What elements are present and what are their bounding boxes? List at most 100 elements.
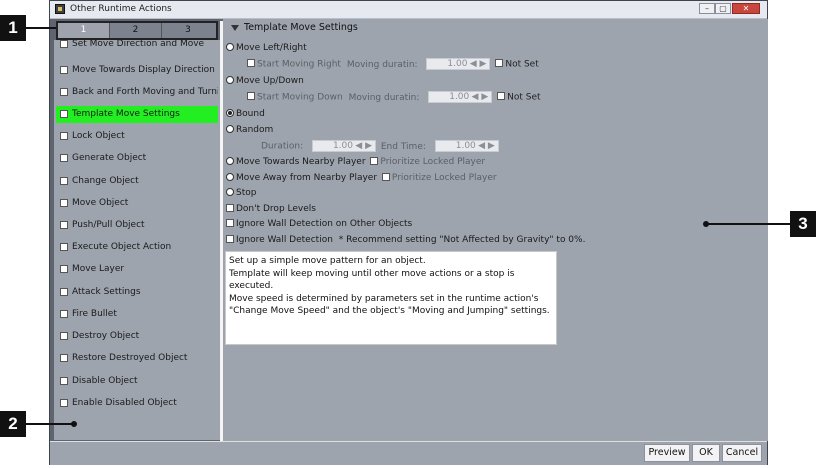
ok-button[interactable]: OK [692,444,720,462]
stepper-value: 1.00 [447,59,468,69]
list-item-template-move[interactable]: Template Move Settings [56,106,218,123]
prioritize-locked-checkbox-1[interactable] [370,156,379,165]
minimize-button[interactable]: – [699,3,715,14]
list-item-checkbox[interactable] [60,154,68,162]
list-item-move-layer[interactable]: Move Layer [56,261,218,278]
checkbox-label: Prioritize Locked Player [380,157,486,167]
prioritize-locked-checkbox-2[interactable] [381,172,390,181]
tab-3[interactable]: 3 [162,23,214,38]
radio-label: Move Towards Nearby Player [236,157,366,167]
list-item-checkbox[interactable] [60,377,68,385]
stepper-arrows-icon[interactable]: ◀ ▶ [472,92,489,102]
app-icon [55,4,65,14]
radio-random[interactable]: Random [226,124,274,135]
list-item-move-object[interactable]: Move Object [56,195,218,212]
list-item-push-pull-object[interactable]: Push/Pull Object [56,217,218,234]
list-item-checkbox[interactable] [60,332,68,340]
runtime-actions-window: Other Runtime Actions – ▢ ✕ Set Move Dir… [49,0,768,465]
start-moving-down-checkbox[interactable] [247,92,255,100]
row-start-moving-right: Start Moving Right Moving duratin: 1.00 ◀… [247,58,539,70]
list-item-label: Destroy Object [72,331,140,341]
list-item-enable-disabled[interactable]: Enable Disabled Object [56,395,218,412]
action-list: Set Move Direction and Move Move Towards… [54,39,220,440]
radio-selected-icon [226,108,234,117]
radio-label: Move Away from Nearby Player [236,173,378,183]
list-item-move-towards-display[interactable]: Move Towards Display Direction [56,62,218,79]
moving-duration-stepper-2[interactable]: 1.00 ◀ ▶ [428,91,493,103]
checkbox-label: Don't Drop Levels [236,204,316,214]
list-item-checkbox[interactable] [60,132,68,140]
callout-3-line [706,223,790,225]
list-item-label: Disable Object [72,376,138,386]
list-item-disable-object[interactable]: Disable Object [56,373,218,390]
start-moving-right-checkbox[interactable] [247,59,255,67]
cancel-button[interactable]: Cancel [722,444,762,462]
not-set-label: Not Set [507,92,541,103]
radio-move-up-down[interactable]: Move Up/Down [226,75,304,86]
collapse-triangle-icon [231,24,239,31]
list-item-label: Move Object [72,198,129,208]
moving-duration-stepper-1[interactable]: 1.00 ◀ ▶ [426,58,491,70]
list-item-checkbox[interactable] [60,399,68,407]
list-item-checkbox[interactable] [60,88,68,96]
checkbox-ignore-wall-other[interactable]: Ignore Wall Detection on Other Objects [226,218,412,229]
list-item-lock-object[interactable]: Lock Object [56,128,218,145]
list-item-checkbox[interactable] [60,40,68,48]
checkbox-icon [226,234,234,243]
list-item-label: Template Move Settings [72,109,180,119]
list-item-checkbox[interactable] [60,310,68,318]
description-line: Set up a simple move pattern for an obje… [229,256,426,266]
list-item-checkbox[interactable] [60,288,68,296]
tab-1[interactable]: 1 [58,23,110,38]
row-random-times: Duration: 1.00 ◀ ▶ End Time: 1.00 ◀ ▶ [261,140,499,152]
end-time-label: End Time: [380,141,426,152]
not-set-checkbox-1[interactable] [495,59,504,67]
list-item-label: Restore Destroyed Object [72,353,188,363]
checkbox-label: Start Moving Right [257,59,341,70]
not-set-label: Not Set [505,59,539,70]
list-item-checkbox[interactable] [60,66,68,74]
end-time-stepper[interactable]: 1.00 ◀ ▶ [434,140,499,152]
list-item-attack-settings[interactable]: Attack Settings [56,284,218,301]
radio-move-left-right[interactable]: Move Left/Right [226,42,307,53]
radio-icon [226,172,234,181]
list-item-checkbox[interactable] [60,243,68,251]
list-item-checkbox[interactable] [60,265,68,273]
stepper-arrows-icon[interactable]: ◀ ▶ [478,141,495,151]
list-item-label: Back and Forth Moving and Turning [72,87,218,97]
stepper-arrows-icon[interactable]: ◀ ▶ [470,59,487,69]
radio-move-towards-player[interactable]: Move Towards Nearby Player Prioritize Lo… [226,156,486,167]
random-duration-stepper[interactable]: 1.00 ◀ ▶ [312,140,376,152]
list-item-checkbox[interactable] [60,110,68,118]
maximize-button[interactable]: ▢ [715,3,731,14]
checkbox-label: Start Moving Down [257,92,343,103]
preview-button[interactable]: Preview [644,444,690,462]
checkbox-icon [226,203,234,212]
list-item-checkbox[interactable] [60,354,68,362]
callout-1-line [26,27,56,29]
list-item-change-object[interactable]: Change Object [56,173,218,190]
radio-bound[interactable]: Bound [226,108,265,119]
list-item-execute-object-action[interactable]: Execute Object Action [56,239,218,256]
list-item-destroy-object[interactable]: Destroy Object [56,328,218,345]
list-item-checkbox[interactable] [60,177,68,185]
radio-label: Bound [236,109,265,119]
close-button[interactable]: ✕ [732,3,760,14]
stepper-arrows-icon[interactable]: ◀ ▶ [355,141,372,151]
list-item-generate-object[interactable]: Generate Object [56,150,218,167]
radio-move-away-player[interactable]: Move Away from Nearby Player Prioritize … [226,172,497,183]
radio-stop[interactable]: Stop [226,187,256,198]
list-item-fire-bullet[interactable]: Fire Bullet [56,306,218,323]
section-header[interactable]: Template Move Settings [231,22,358,33]
list-item-checkbox[interactable] [60,221,68,229]
tab-2[interactable]: 2 [110,23,162,38]
checkbox-dont-drop[interactable]: Don't Drop Levels [226,203,316,214]
checkbox-ignore-wall[interactable]: Ignore Wall Detection * Recommend settin… [226,234,585,245]
list-item-label: Execute Object Action [72,242,172,252]
list-item-back-and-forth[interactable]: Back and Forth Moving and Turning [56,84,218,101]
not-set-checkbox-2[interactable] [497,92,506,100]
section-title: Template Move Settings [244,22,358,33]
list-item-checkbox[interactable] [60,199,68,207]
list-item-restore-destroyed[interactable]: Restore Destroyed Object [56,350,218,367]
radio-label: Random [236,125,274,135]
